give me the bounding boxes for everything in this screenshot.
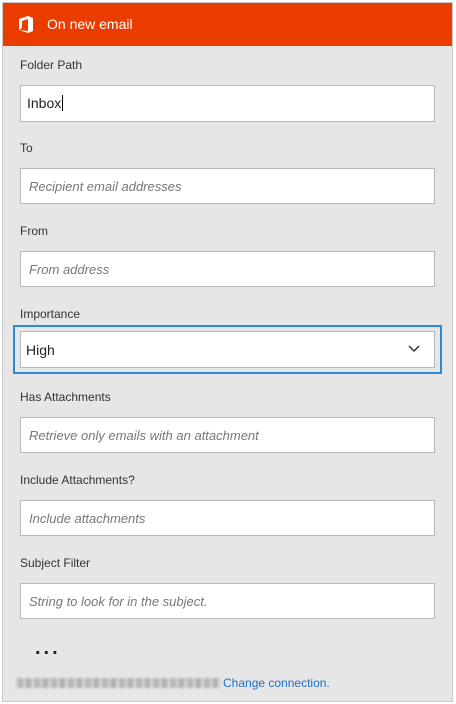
importance-value: High — [26, 342, 55, 358]
importance-focus-ring: High — [13, 325, 442, 374]
to-label: To — [20, 141, 33, 155]
has-attachments-placeholder: Retrieve only emails with an attachment — [29, 428, 259, 443]
more-options-button[interactable]: ... — [35, 637, 61, 660]
from-input[interactable]: From address — [20, 251, 435, 287]
change-connection-link[interactable]: Change connection. — [223, 676, 330, 690]
folder-path-label: Folder Path — [20, 58, 83, 72]
card-title: On new email — [47, 16, 133, 32]
importance-label: Importance — [20, 307, 81, 321]
text-caret — [62, 95, 64, 111]
folder-path-value: Inbox — [27, 95, 62, 111]
subject-filter-label: Subject Filter — [20, 556, 91, 570]
has-attachments-input[interactable]: Retrieve only emails with an attachment — [20, 417, 435, 453]
to-placeholder: Recipient email addresses — [29, 179, 182, 194]
office-icon — [19, 16, 33, 33]
from-placeholder: From address — [29, 262, 110, 277]
include-attachments-placeholder: Include attachments — [29, 511, 146, 526]
subject-filter-input[interactable]: String to look for in the subject. — [20, 583, 435, 619]
card-header[interactable]: On new email — [3, 3, 452, 46]
include-attachments-input[interactable]: Include attachments — [20, 500, 435, 536]
chevron-down-icon[interactable] — [408, 344, 420, 353]
folder-path-input[interactable]: Inbox — [20, 85, 435, 122]
has-attachments-label: Has Attachments — [20, 390, 111, 404]
connection-account-text — [17, 678, 221, 688]
importance-select[interactable]: High — [20, 331, 435, 368]
to-input[interactable]: Recipient email addresses — [20, 168, 435, 204]
from-label: From — [20, 224, 48, 238]
subject-filter-placeholder: String to look for in the subject. — [29, 594, 208, 609]
trigger-card: On new email Folder Path Inbox To Recipi… — [2, 2, 453, 702]
include-attachments-label: Include Attachments? — [20, 473, 135, 487]
